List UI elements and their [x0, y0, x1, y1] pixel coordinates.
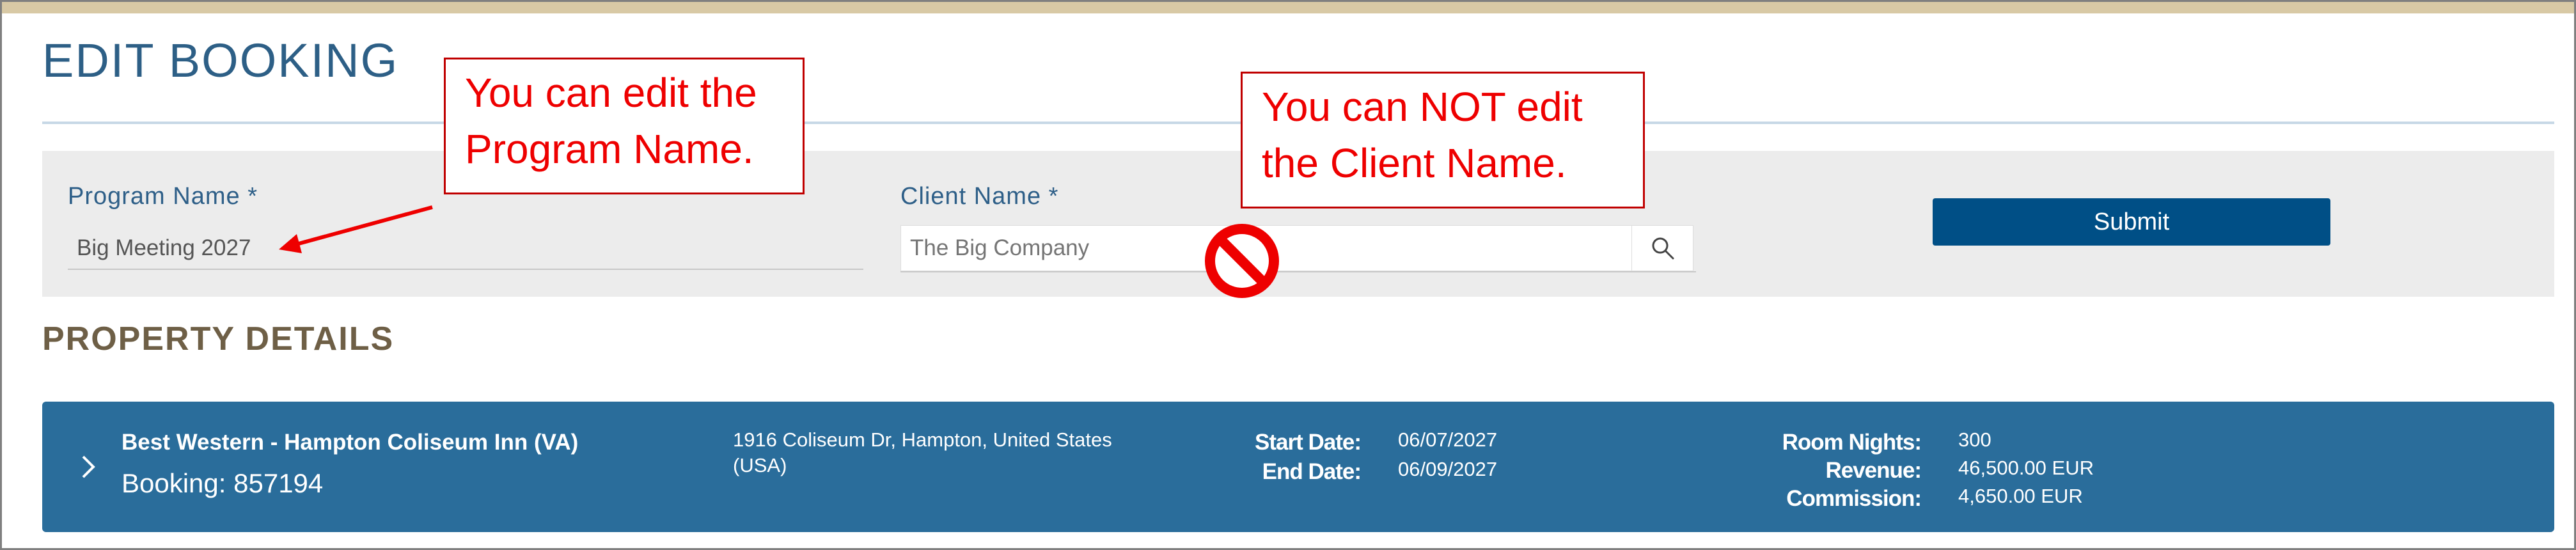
property-address: 1916 Coliseum Dr, Hampton, United States…	[733, 427, 1142, 478]
can-edit-line-2: Program Name.	[465, 126, 754, 172]
page-title: EDIT BOOKING	[42, 34, 399, 87]
section-title: PROPERTY DETAILS	[42, 320, 395, 358]
cannot-edit-callout: You can NOT edit the Client Name.	[1241, 72, 1645, 208]
commission-label: Commission:	[1786, 486, 1922, 511]
cannot-edit-line-1: You can NOT edit	[1262, 84, 1583, 130]
address-line-2: (USA)	[733, 454, 787, 476]
search-icon	[1652, 237, 1674, 260]
revenue-value: 46,500.00 EUR	[1958, 457, 2094, 479]
start-date-label: Start Date:	[1255, 430, 1362, 455]
client-field-underline	[900, 271, 1696, 272]
can-edit-callout: You can edit the Program Name.	[444, 58, 805, 194]
chevron-right-icon[interactable]	[75, 452, 101, 482]
commission-value: 4,650.00 EUR	[1958, 485, 2083, 507]
room-nights-label: Room Nights:	[1782, 430, 1922, 455]
program-name-input[interactable]	[68, 228, 863, 270]
start-date-value: 06/07/2027	[1398, 428, 1498, 451]
hotel-name: Best Western - Hampton Coliseum Inn (VA)	[122, 430, 579, 455]
end-date-value: 06/09/2027	[1398, 458, 1498, 480]
top-accent-bar	[2, 2, 2574, 13]
address-line-1: 1916 Coliseum Dr, Hampton, United States	[733, 428, 1112, 451]
submit-button[interactable]: Submit	[1933, 198, 2330, 246]
room-nights-value: 300	[1958, 428, 1991, 451]
cannot-edit-line-2: the Client Name.	[1262, 140, 1567, 186]
client-search-button[interactable]	[1632, 225, 1693, 271]
no-entry-icon	[1205, 224, 1279, 298]
end-date-label: End Date:	[1262, 459, 1362, 484]
can-edit-line-1: You can edit the	[465, 70, 757, 116]
client-name-label: Client Name *	[900, 183, 1059, 210]
arrow-icon	[279, 205, 433, 253]
booking-number: Booking: 857194	[122, 468, 324, 498]
revenue-label: Revenue:	[1825, 458, 1922, 483]
program-name-label: Program Name *	[68, 183, 258, 210]
